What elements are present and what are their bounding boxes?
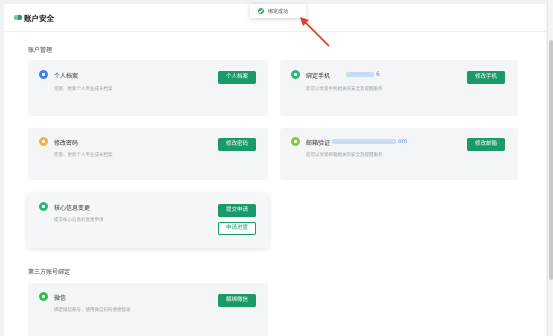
title-mark-icon <box>14 15 22 20</box>
profile-button[interactable]: 个人档案 <box>218 71 256 84</box>
email-card-title: 邮箱验证 <box>306 140 331 147</box>
password-card: 修改密码 完善、更新个人专业成长档案 修改密码 <box>28 128 268 180</box>
email-address-suffix: om <box>398 138 408 145</box>
password-card-desc: 完善、更新个人专业成长档案 <box>54 153 113 158</box>
core-info-card-desc: 提交核心信息的变更申请 <box>54 218 104 223</box>
email-card-desc: 您可以享受邮箱相关的安全及提醒服务 <box>306 153 383 158</box>
profile-card: 个人档案 完善、更新个人专业成长档案 个人档案 <box>28 60 268 116</box>
core-info-card: 核心信息变更 提交核心信息的变更申请 提交申请 申请进度 <box>28 194 268 248</box>
wechat-card: 微信 绑定微信账号，使用微信扫码便捷登录 解绑微信 <box>28 283 268 336</box>
change-password-button[interactable]: 修改密码 <box>218 138 256 151</box>
phone-card-desc: 您可以享受手机相关的安全及提醒服务 <box>306 87 383 92</box>
mail-icon <box>291 137 300 146</box>
profile-card-desc: 完善、更新个人专业成长档案 <box>54 87 113 92</box>
scrollbar-thumb[interactable] <box>549 40 553 280</box>
phone-icon <box>291 70 300 79</box>
email-card: 邮箱验证 om 您可以享受邮箱相关的安全及提醒服务 修改邮箱 <box>280 128 518 180</box>
password-card-title: 修改密码 <box>54 140 79 147</box>
lock-icon <box>39 137 48 146</box>
edit-icon <box>39 202 48 211</box>
submit-application-button[interactable]: 提交申请 <box>218 204 256 217</box>
unbind-wechat-button[interactable]: 解绑微信 <box>218 294 256 307</box>
account-management-label: 账户管理 <box>28 47 53 54</box>
wechat-icon <box>39 292 48 301</box>
page-title: 账户安全 <box>24 14 54 23</box>
toast-message: 绑定成功 <box>268 9 289 15</box>
core-info-card-title: 核心信息变更 <box>54 205 91 212</box>
profile-card-title: 个人档案 <box>54 73 79 80</box>
change-email-button[interactable]: 修改邮箱 <box>467 138 505 151</box>
profile-icon <box>39 70 48 79</box>
application-progress-button[interactable]: 申请进度 <box>218 222 256 235</box>
success-toast: 绑定成功 <box>250 4 306 18</box>
wechat-card-title: 微信 <box>54 295 67 302</box>
change-phone-button[interactable]: 修改手机 <box>467 71 505 84</box>
third-party-binding-label: 第三方账号绑定 <box>28 269 71 276</box>
vertical-scrollbar[interactable] <box>547 0 553 336</box>
phone-number-suffix: 6 <box>376 71 380 78</box>
phone-number-masked <box>346 72 374 77</box>
phone-card-title: 绑定手机 <box>306 73 331 80</box>
email-address-masked <box>332 139 396 144</box>
success-check-icon <box>258 8 264 14</box>
phone-card: 绑定手机 6 您可以享受手机相关的安全及提醒服务 修改手机 <box>280 60 518 116</box>
wechat-card-desc: 绑定微信账号，使用微信扫码便捷登录 <box>54 308 131 313</box>
